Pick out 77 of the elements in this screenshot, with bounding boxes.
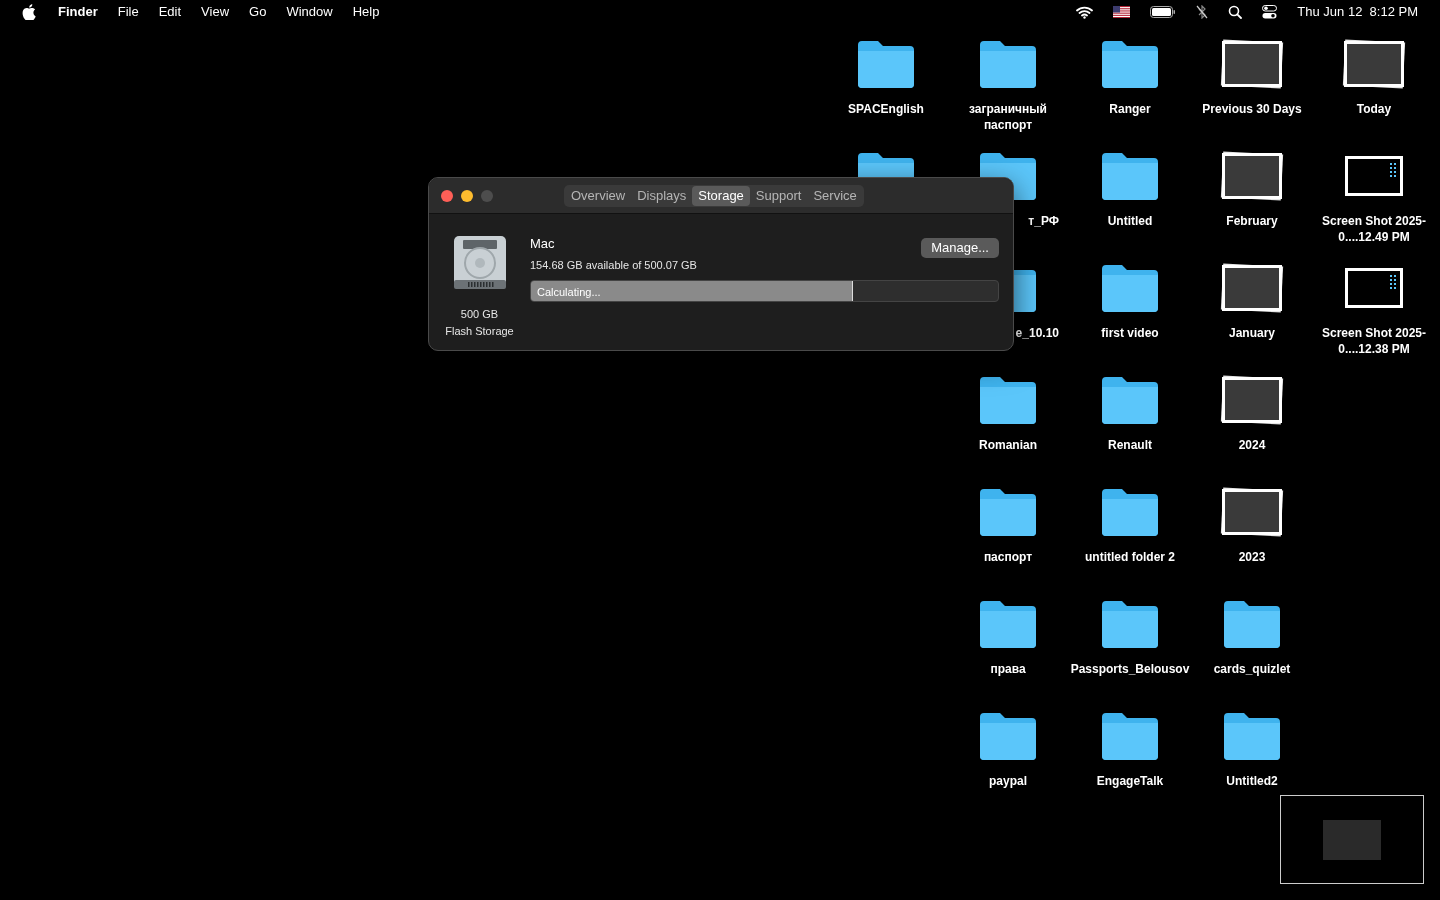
folder-icon — [978, 599, 1038, 649]
desktop-item-label[interactable]: Renault — [1108, 437, 1152, 453]
desktop-item-label[interactable]: Screen Shot 2025-0....12.38 PM — [1314, 325, 1434, 357]
folder-icon — [978, 39, 1038, 89]
desktop-item-label[interactable]: e_10.10 — [1015, 325, 1069, 341]
manage-button[interactable]: Manage... — [921, 238, 999, 258]
battery-icon[interactable] — [1150, 6, 1177, 18]
photo-stack-icon — [1222, 489, 1282, 535]
photo-stack-icon — [1344, 41, 1404, 87]
photo-stack-icon — [1222, 41, 1282, 87]
menu-item[interactable]: Help — [352, 2, 380, 22]
desktop-item-label[interactable]: SPACEnglish — [848, 101, 924, 117]
desktop-item-label[interactable]: т_РФ — [1028, 213, 1069, 229]
desktop-item-label[interactable]: Previous 30 Days — [1202, 101, 1302, 117]
desktop-item-label[interactable]: заграничный паспорт — [948, 101, 1068, 133]
apple-logo-icon[interactable] — [22, 4, 36, 20]
flag-icon[interactable] — [1113, 6, 1131, 18]
volume-name: Mac — [530, 235, 556, 253]
folder-icon — [1100, 263, 1160, 313]
folder-icon — [978, 711, 1038, 761]
desktop-item-label[interactable]: Screen Shot 2025-0....12.49 PM — [1314, 213, 1434, 245]
menu-item[interactable]: Go — [249, 2, 267, 22]
tab[interactable]: Displays — [631, 186, 693, 206]
menu-app-name[interactable]: Finder — [58, 2, 98, 22]
folder-icon — [1100, 151, 1160, 201]
desktop-item-label[interactable]: Ranger — [1109, 101, 1151, 117]
available-space: 154.68 GB available of 500.07 GB — [530, 257, 697, 273]
tab[interactable]: Support — [749, 186, 808, 206]
screenshot-preview[interactable] — [1280, 795, 1424, 884]
folder-icon — [1100, 711, 1160, 761]
desktop-item-label[interactable]: first video — [1101, 325, 1159, 341]
wifi-icon[interactable] — [1076, 5, 1094, 19]
drive-type: Flash Storage — [445, 323, 514, 339]
desktop-item-label[interactable]: cards_quizlet — [1213, 661, 1291, 677]
desktop-item-label[interactable]: Untitled — [1107, 213, 1153, 229]
desktop-item-label[interactable]: Today — [1356, 101, 1392, 117]
minimize-button[interactable] — [461, 189, 473, 202]
menu-item[interactable]: View — [201, 2, 230, 22]
desktop-item-label[interactable]: Untitled2 — [1226, 773, 1278, 789]
folder-icon — [1100, 599, 1160, 649]
bluetooth-off-icon[interactable] — [1196, 5, 1209, 19]
folder-icon — [1100, 375, 1160, 425]
photo-stack-icon — [1222, 265, 1282, 311]
drive-capacity: 500 GB — [460, 307, 499, 322]
control-center-icon[interactable] — [1262, 5, 1278, 19]
photo-stack-icon — [1222, 153, 1282, 199]
desktop-item-label[interactable]: Romanian — [979, 437, 1037, 453]
desktop-item-label[interactable]: паспорт — [983, 549, 1033, 565]
desktop-item-label[interactable]: February — [1226, 213, 1278, 229]
photo-stack-icon — [1222, 377, 1282, 423]
screenshot-thumbnail — [1345, 268, 1403, 308]
menu-item[interactable]: Edit — [158, 2, 182, 22]
desktop-item-label[interactable]: 2023 — [1238, 549, 1266, 565]
folder-icon — [1100, 39, 1160, 89]
tab[interactable]: Storage — [692, 186, 750, 206]
storage-bar-label: Calculating... — [537, 285, 601, 300]
screenshot-thumbnail — [1345, 156, 1403, 196]
desktop-item-label[interactable]: 2024 — [1238, 437, 1266, 453]
close-button[interactable] — [441, 189, 453, 202]
menu-item[interactable]: Window — [286, 2, 333, 22]
desktop-item-label[interactable]: paypal — [989, 773, 1027, 789]
folder-icon — [856, 39, 916, 89]
folder-icon — [1222, 599, 1282, 649]
desktop-item-label[interactable]: права — [990, 661, 1026, 677]
desktop-item-label[interactable]: EngageTalk — [1096, 773, 1164, 789]
menu-clock[interactable]: Thu Jun 12 8:12 PM — [1297, 2, 1418, 22]
folder-icon — [1100, 487, 1160, 537]
folder-icon — [978, 375, 1038, 425]
folder-icon — [978, 487, 1038, 537]
menu-item[interactable]: File — [117, 2, 139, 22]
tab[interactable]: Overview — [565, 186, 632, 206]
search-icon[interactable] — [1228, 5, 1243, 19]
desktop-item-label[interactable]: January — [1229, 325, 1275, 341]
folder-icon — [1222, 711, 1282, 761]
tab[interactable]: Service — [807, 186, 863, 206]
desktop-item-label[interactable]: untitled folder 2 — [1085, 549, 1175, 565]
desktop-item-label[interactable]: Passports_Belousov — [1070, 661, 1190, 677]
